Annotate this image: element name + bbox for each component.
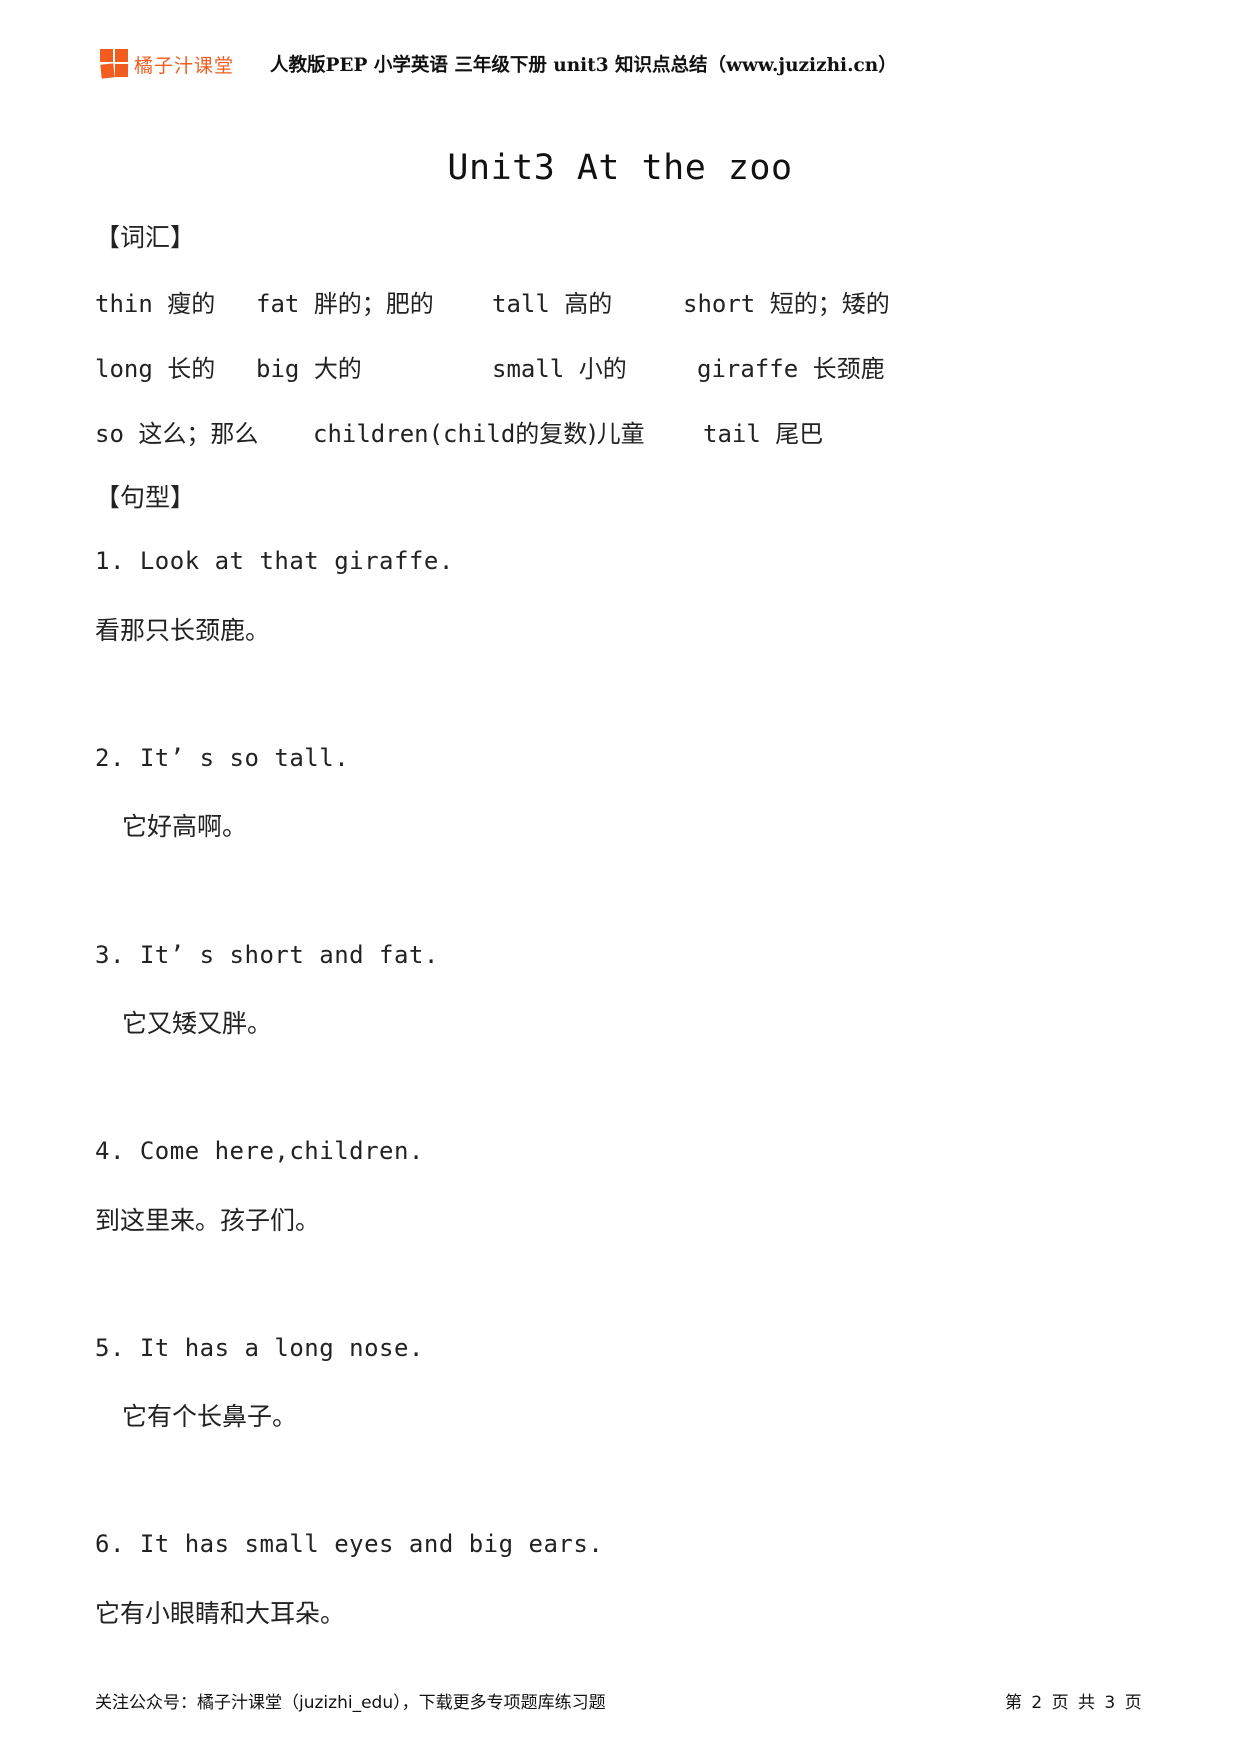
sentence-en: 5. It has a long nose. xyxy=(95,1334,424,1362)
page-number: 第 2 页 共 3 页 xyxy=(1005,1693,1142,1713)
sentence-zh: 它好高啊。 xyxy=(122,812,248,841)
vocab-cn: 的复数)儿童 xyxy=(515,420,645,448)
sentence-en: 1. Look at that giraffe. xyxy=(95,547,454,575)
vocab-item: small 小的 xyxy=(492,349,627,384)
vocab-cn: 胖的；肥的 xyxy=(313,290,434,318)
vocab-en: fat xyxy=(256,290,300,318)
sentence-zh: 到这里来。孩子们。 xyxy=(95,1206,321,1235)
sentence-en: 2. It’ s so tall. xyxy=(95,744,350,772)
vocab-item: so 这么；那么 xyxy=(95,414,258,449)
sentence-en: 6. It has small eyes and big ears. xyxy=(95,1530,604,1558)
vocab-en: thin xyxy=(95,290,153,318)
vocab-en: tail xyxy=(703,420,761,448)
sentence-zh: 它有小眼睛和大耳朵。 xyxy=(95,1599,346,1628)
sentence-zh: 看那只长颈鹿。 xyxy=(95,616,271,645)
page-header: 橘子汁课堂 人教版PEP 小学英语 三年级下册 unit3 知识点总结（www.… xyxy=(100,48,897,80)
vocab-cn: 尾巴 xyxy=(775,420,824,448)
logo-squares-icon xyxy=(100,49,130,79)
header-title: 人教版PEP 小学英语 三年级下册 unit3 知识点总结（www.juzizh… xyxy=(270,55,897,76)
vocab-en: long xyxy=(95,355,153,383)
page-title: Unit3 At the zoo xyxy=(447,148,793,188)
footer-note: 关注公众号：橘子汁课堂（juzizhi_edu），下载更多专项题库练习题 xyxy=(95,1693,606,1713)
vocab-item: fat 胖的；肥的 xyxy=(256,284,434,319)
vocab-cn: 这么；那么 xyxy=(138,420,259,448)
vocab-item: tall 高的 xyxy=(492,284,612,319)
vocab-cn: 大的 xyxy=(313,355,362,383)
vocab-heading: 【词汇】 xyxy=(95,223,196,252)
sentence-en: 3. It’ s short and fat. xyxy=(95,941,439,969)
vocab-item: tail 尾巴 xyxy=(703,414,823,449)
vocab-item: thin 瘦的 xyxy=(95,284,215,319)
vocab-en: tall xyxy=(492,290,550,318)
vocab-en: big xyxy=(256,355,300,383)
sentence-heading: 【句型】 xyxy=(95,483,196,512)
brand-logo: 橘子汁课堂 xyxy=(100,49,234,79)
vocab-item: big 大的 xyxy=(256,349,362,384)
sentence-zh: 它有个长鼻子。 xyxy=(122,1402,298,1431)
vocab-cn: 高的 xyxy=(564,290,613,318)
vocab-item: giraffe 长颈鹿 xyxy=(697,349,885,384)
vocab-en: short xyxy=(683,290,756,318)
vocab-en: giraffe xyxy=(697,355,799,383)
vocab-cn: 长颈鹿 xyxy=(812,355,885,383)
vocab-cn: 短的；矮的 xyxy=(769,290,890,318)
vocab-item: long 长的 xyxy=(95,349,215,384)
logo-text: 橘子汁课堂 xyxy=(134,54,235,77)
vocab-item: children(child的复数)儿童 xyxy=(313,414,645,449)
vocab-en: small xyxy=(492,355,565,383)
vocab-en: so xyxy=(95,420,124,448)
sentence-zh: 它又矮又胖。 xyxy=(122,1009,273,1038)
sentence-en: 4. Come here,children. xyxy=(95,1137,424,1165)
vocab-cn: 瘦的 xyxy=(167,290,216,318)
vocab-en: children(child xyxy=(313,420,516,448)
vocab-item: short 短的；矮的 xyxy=(683,284,890,319)
vocab-cn: 小的 xyxy=(578,355,627,383)
vocab-cn: 长的 xyxy=(167,355,216,383)
